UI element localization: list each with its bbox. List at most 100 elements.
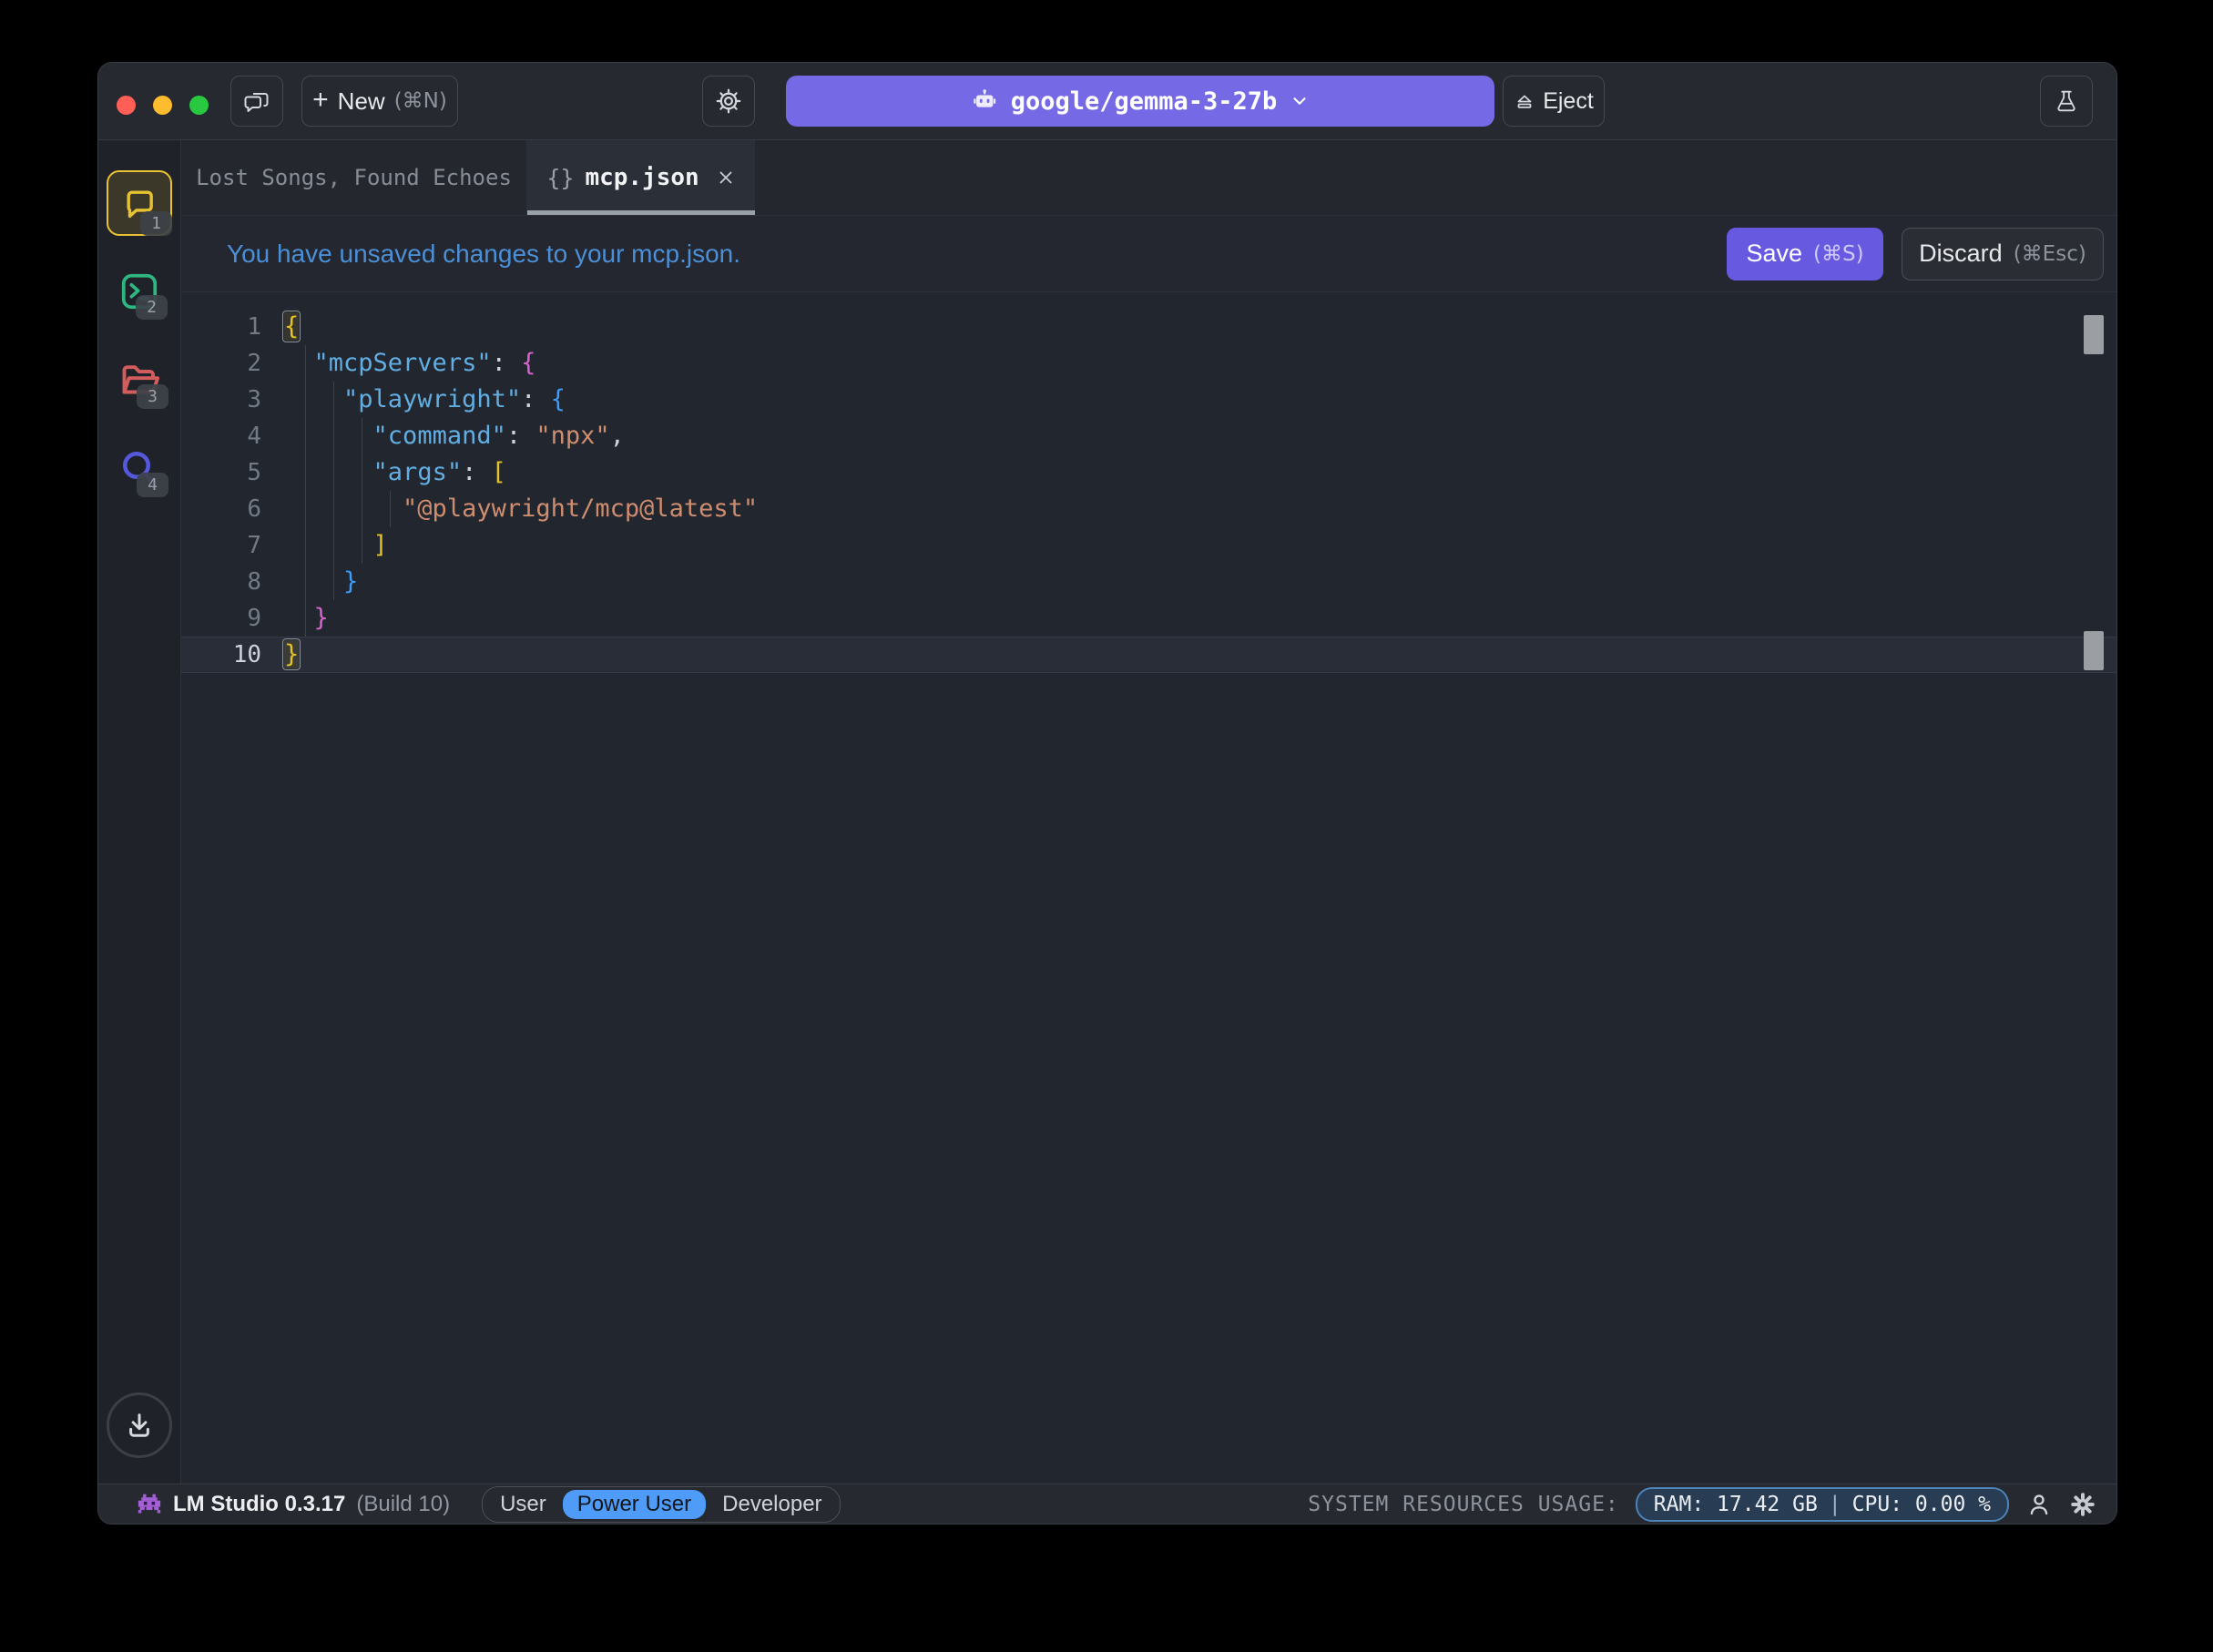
indent-guide bbox=[305, 600, 306, 637]
sidebar-item-discover[interactable]: 4 bbox=[98, 423, 180, 512]
download-icon bbox=[121, 1407, 158, 1443]
json-file-icon: {} bbox=[546, 165, 574, 191]
user-mode-switcher: User Power User Developer bbox=[482, 1486, 840, 1523]
sidebar-item-my-models[interactable]: 3 bbox=[98, 335, 180, 423]
traffic-lights bbox=[117, 96, 209, 115]
tab-chat-label: Lost Songs, Found Echoes bbox=[196, 165, 512, 190]
code-line[interactable]: 6 "@playwright/mcp@latest" bbox=[181, 491, 2116, 527]
app-identity: LM Studio 0.3.17 (Build 10) bbox=[137, 1492, 450, 1517]
indent-guide bbox=[305, 491, 306, 527]
settings-button[interactable] bbox=[2069, 1491, 2096, 1518]
model-settings-button[interactable] bbox=[702, 76, 755, 127]
chat-history-button[interactable] bbox=[230, 76, 283, 127]
code-line[interactable]: 1{ bbox=[181, 309, 2116, 345]
mode-developer[interactable]: Developer bbox=[708, 1490, 836, 1519]
code-line[interactable]: 4 "command": "npx", bbox=[181, 418, 2116, 454]
indent-guide bbox=[305, 564, 306, 600]
resources-separator: | bbox=[1829, 1493, 1841, 1516]
sidebar-item-developer[interactable]: 2 bbox=[98, 247, 180, 335]
close-tab-button[interactable] bbox=[716, 168, 736, 188]
sidebar-badge: 4 bbox=[137, 473, 168, 497]
resources-usage-pill[interactable]: RAM: 17.42 GB | CPU: 0.00 % bbox=[1636, 1487, 2009, 1522]
window-body: 1 2 bbox=[98, 140, 2116, 1484]
code-line[interactable]: 8 } bbox=[181, 564, 2116, 600]
tab-mcp-json-label: mcp.json bbox=[585, 164, 699, 191]
eject-model-button[interactable]: Eject bbox=[1503, 76, 1605, 127]
model-selector[interactable]: google/gemma-3-27b bbox=[786, 76, 1494, 127]
app-build: (Build 10) bbox=[356, 1492, 450, 1517]
gear-icon bbox=[715, 87, 742, 115]
indent-guide bbox=[333, 564, 334, 600]
eject-button-label: Eject bbox=[1543, 88, 1594, 115]
scrollbar-mark-bottom bbox=[2084, 631, 2104, 670]
indent-guide bbox=[305, 454, 306, 491]
flask-icon bbox=[2053, 87, 2080, 115]
lm-studio-logo bbox=[137, 1493, 162, 1516]
new-button-shortcut: (⌘N) bbox=[394, 89, 447, 113]
sidebar-badge: 1 bbox=[140, 211, 172, 236]
mode-power-user[interactable]: Power User bbox=[563, 1490, 706, 1519]
status-bar: LM Studio 0.3.17 (Build 10) User Power U… bbox=[98, 1484, 2116, 1524]
scrollbar-mark-top bbox=[2084, 315, 2104, 354]
line-number: 8 bbox=[181, 564, 284, 600]
save-button-label: Save bbox=[1746, 240, 1802, 268]
minimize-window-button[interactable] bbox=[153, 96, 172, 115]
content-area: Lost Songs, Found Echoes {} mcp.json bbox=[181, 140, 2116, 1484]
chevron-down-icon bbox=[1290, 91, 1310, 111]
json-editor[interactable]: 1{2 "mcpServers": {3 "playwright": {4 "c… bbox=[181, 292, 2116, 1484]
code-text: } bbox=[284, 637, 2116, 673]
code-text: "args": [ bbox=[284, 454, 2116, 491]
line-number: 10 bbox=[181, 637, 284, 673]
line-number: 2 bbox=[181, 345, 284, 382]
indent-guide bbox=[305, 418, 306, 454]
sidebar-badge: 3 bbox=[137, 384, 168, 409]
title-bar: + New (⌘N) bbox=[98, 63, 2116, 140]
discard-button[interactable]: Discard (⌘Esc) bbox=[1902, 228, 2104, 280]
line-number: 6 bbox=[181, 491, 284, 527]
desktop-background: + New (⌘N) bbox=[0, 0, 2213, 1652]
code-text: "command": "npx", bbox=[284, 418, 2116, 454]
chat-history-icon bbox=[242, 87, 271, 116]
code-line[interactable]: 2 "mcpServers": { bbox=[181, 345, 2116, 382]
code-line[interactable]: 10} bbox=[181, 637, 2116, 673]
code-line[interactable]: 9 } bbox=[181, 600, 2116, 637]
sidebar-badge: 2 bbox=[136, 295, 168, 320]
code-line[interactable]: 3 "playwright": { bbox=[181, 382, 2116, 418]
code-text: "playwright": { bbox=[284, 382, 2116, 418]
code-text: "@playwright/mcp@latest" bbox=[284, 491, 2116, 527]
code-text: "mcpServers": { bbox=[284, 345, 2116, 382]
code-text: { bbox=[284, 309, 2116, 345]
line-number: 5 bbox=[181, 454, 284, 491]
line-number: 1 bbox=[181, 309, 284, 345]
code-line[interactable]: 5 "args": [ bbox=[181, 454, 2116, 491]
line-number: 3 bbox=[181, 382, 284, 418]
lm-studio-window: + New (⌘N) bbox=[97, 62, 2117, 1525]
zoom-window-button[interactable] bbox=[189, 96, 209, 115]
new-button-label: New bbox=[338, 87, 385, 116]
account-button[interactable] bbox=[2025, 1491, 2053, 1518]
close-window-button[interactable] bbox=[117, 96, 136, 115]
line-number: 4 bbox=[181, 418, 284, 454]
sidebar: 1 2 bbox=[98, 140, 181, 1484]
discard-button-shortcut: (⌘Esc) bbox=[2014, 242, 2086, 266]
indent-guide bbox=[305, 345, 306, 382]
downloads-button[interactable] bbox=[107, 1392, 172, 1458]
resources-label: SYSTEM RESOURCES USAGE: bbox=[1308, 1493, 1619, 1516]
tab-chat[interactable]: Lost Songs, Found Echoes bbox=[181, 140, 527, 215]
experimental-features-button[interactable] bbox=[2040, 76, 2093, 127]
code-line[interactable]: 7 ] bbox=[181, 527, 2116, 564]
robot-icon bbox=[971, 87, 998, 115]
indent-guide bbox=[333, 527, 334, 564]
save-button[interactable]: Save (⌘S) bbox=[1727, 228, 1883, 280]
indent-guide bbox=[333, 454, 334, 491]
tab-strip: Lost Songs, Found Echoes {} mcp.json bbox=[181, 140, 2116, 216]
indent-guide bbox=[333, 382, 334, 418]
unsaved-changes-message: You have unsaved changes to your mcp.jso… bbox=[227, 240, 740, 269]
banner-actions: Save (⌘S) Discard (⌘Esc) bbox=[1727, 228, 2104, 280]
mode-user[interactable]: User bbox=[485, 1490, 561, 1519]
discard-button-label: Discard bbox=[1919, 240, 2003, 268]
new-chat-button[interactable]: + New (⌘N) bbox=[301, 76, 458, 127]
sidebar-item-chat[interactable]: 1 bbox=[98, 158, 180, 247]
tab-mcp-json[interactable]: {} mcp.json bbox=[527, 140, 755, 215]
code-lines: 1{2 "mcpServers": {3 "playwright": {4 "c… bbox=[181, 309, 2116, 673]
